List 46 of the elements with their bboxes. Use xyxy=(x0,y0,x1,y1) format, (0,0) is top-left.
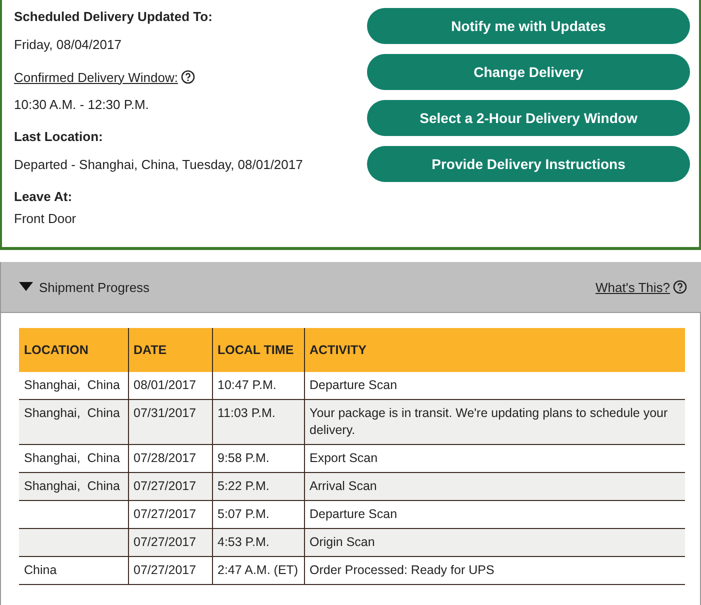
field-value: Departed - Shanghai, China, Tuesday, 08/01/2017 xyxy=(14,156,303,174)
table-cell: 9:58 P.M. xyxy=(218,451,270,465)
help-icon[interactable] xyxy=(181,70,195,84)
table-cell: 07/31/2017 xyxy=(134,406,196,420)
table-cell: 07/27/2017 xyxy=(134,479,196,493)
table-cell: 07/27/2017 xyxy=(134,535,196,549)
table-cell: 10:47 P.M. xyxy=(218,378,276,392)
table-cell: 07/28/2017 xyxy=(134,451,196,465)
column-header: LOCATION xyxy=(19,328,128,372)
field-label: Last Location: xyxy=(14,128,104,146)
field-label: Scheduled Delivery Updated To: xyxy=(14,8,214,26)
field-value: Front Door xyxy=(14,210,78,228)
column-header: ACTIVITY xyxy=(304,328,685,372)
table-cell: 11:03 P.M. xyxy=(218,406,276,420)
table-cell: 08/01/2017 xyxy=(134,378,196,392)
table-cell: Order Processed: Ready for UPS xyxy=(310,563,494,577)
delivery-window-link[interactable]: Confirmed Delivery Window: xyxy=(14,70,178,84)
action-button[interactable]: Provide Delivery Instructions xyxy=(367,146,690,182)
table-cell-text: Your package is in transit. We're updating plans to schedule your delivery. xyxy=(310,406,669,437)
field-label: Leave At: xyxy=(14,188,74,206)
help-icon[interactable] xyxy=(673,280,687,294)
table-cell: Departure Scan xyxy=(310,507,398,521)
table-cell: Shanghai, China xyxy=(24,479,120,493)
field-value: Friday, 08/04/2017 xyxy=(14,36,122,54)
table-cell: Origin Scan xyxy=(310,535,375,549)
table-cell: 07/27/2017 xyxy=(134,563,196,577)
column-header: LOCAL TIME xyxy=(212,328,304,372)
table-cell: Arrival Scan xyxy=(310,479,377,493)
table-cell: Departure Scan xyxy=(310,378,398,392)
table-cell: 5:07 P.M. xyxy=(218,507,270,521)
action-button[interactable]: Select a 2-Hour Delivery Window xyxy=(367,100,690,136)
section-toggle[interactable]: Shipment Progress xyxy=(19,280,150,294)
whats-this-link[interactable]: What's This? xyxy=(596,280,670,294)
table-cell: 5:22 P.M. xyxy=(218,479,270,493)
field-value: 10:30 A.M. - 12:30 P.M. xyxy=(14,96,150,114)
table-cell: 07/27/2017 xyxy=(134,507,196,521)
table-cell: Shanghai, China xyxy=(24,378,120,392)
table-cell: Export Scan xyxy=(310,451,378,465)
table-cell: Shanghai, China xyxy=(24,406,120,420)
action-button[interactable]: Notify me with Updates xyxy=(367,8,690,44)
table-cell: 4:53 P.M. xyxy=(218,535,270,549)
column-header: DATE xyxy=(128,328,212,372)
table-cell: Shanghai, China xyxy=(24,451,120,465)
table-cell: China xyxy=(24,563,57,577)
table-cell: 2:47 A.M. (ET) xyxy=(218,563,298,577)
action-button[interactable]: Change Delivery xyxy=(367,54,690,90)
